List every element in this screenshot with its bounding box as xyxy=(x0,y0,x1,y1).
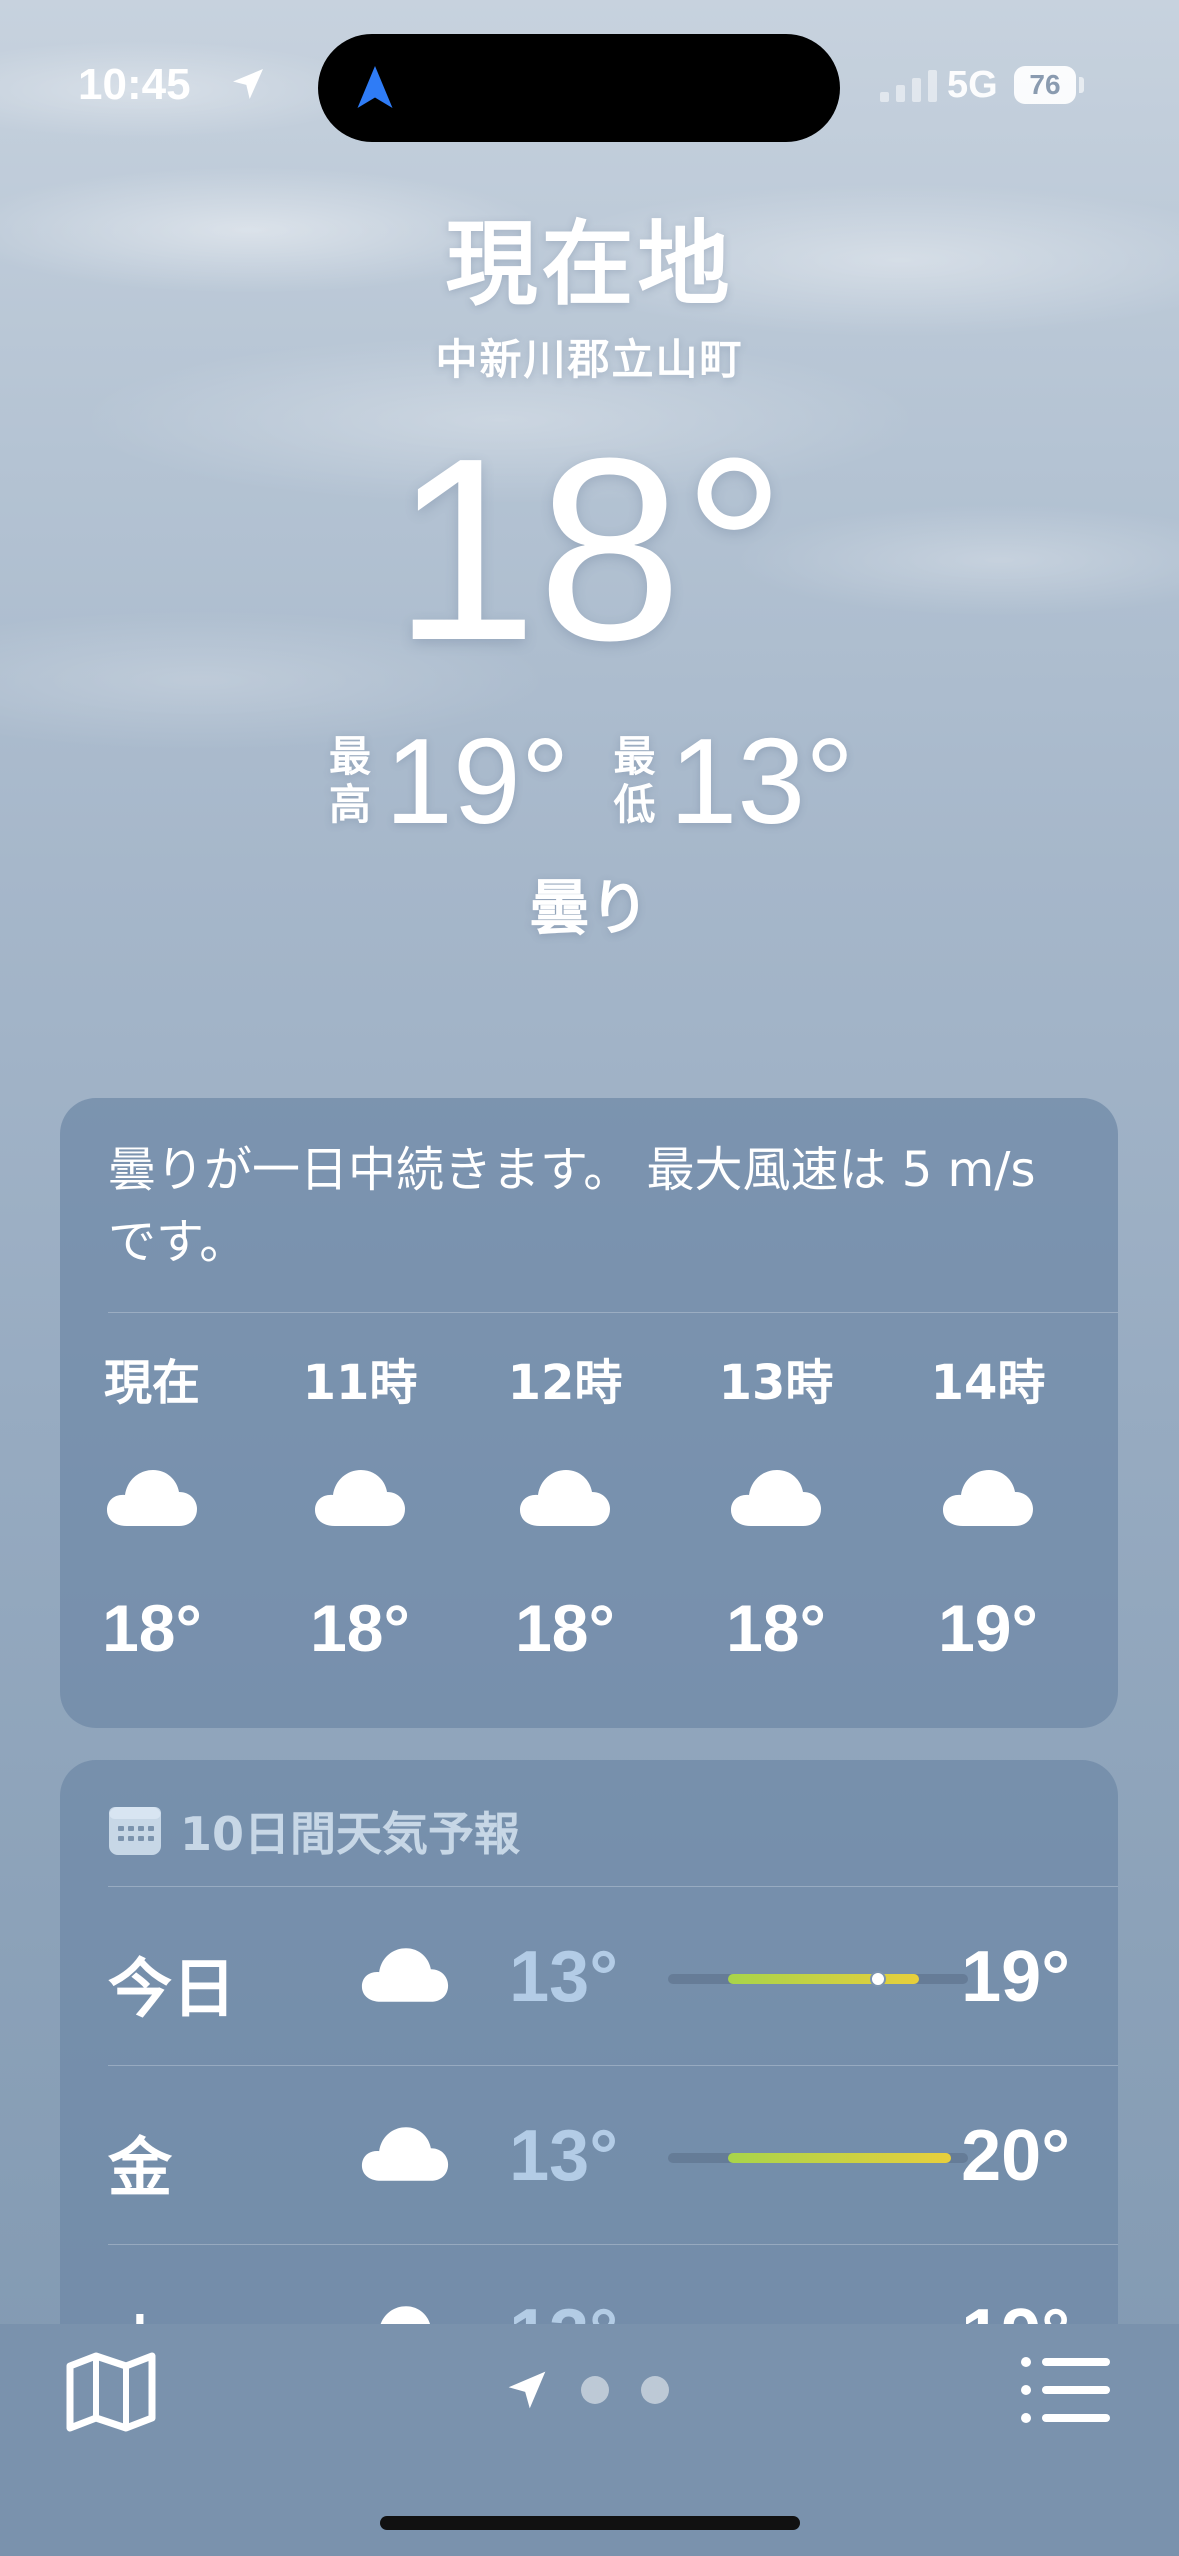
status-bar: 10:45 5G 76 xyxy=(0,0,1179,150)
hour-label: 12時 xyxy=(507,1355,623,1411)
battery-indicator: 76 xyxy=(1014,66,1076,104)
day-low-temperature: 13° xyxy=(509,2116,618,2196)
hour-item: 12時 18° xyxy=(465,1348,665,1666)
day-low-temperature: 13° xyxy=(509,1937,618,2017)
divider xyxy=(108,2244,1118,2245)
day-row-friday[interactable]: 金 13° 20° xyxy=(108,2067,1070,2245)
hourly-forecast-card[interactable]: 曇りが一日中続きます。 最大風速は 5 m/sです。 現在 18° 11時 18… xyxy=(60,1098,1118,1728)
cloud-icon xyxy=(520,1470,610,1526)
calendar-icon xyxy=(109,1807,161,1855)
page-dot[interactable] xyxy=(641,2376,669,2404)
hour-temperature: 18° xyxy=(102,1591,202,1665)
location-arrow-icon xyxy=(233,69,263,99)
hour-item: 14時 19° xyxy=(888,1348,1088,1666)
divider xyxy=(108,1886,1118,1887)
ten-day-header: 10日間天気予報 xyxy=(108,1798,520,1864)
hour-item: 11時 18° xyxy=(260,1348,460,1666)
cloud-icon xyxy=(731,1470,821,1526)
list-icon[interactable] xyxy=(1020,2356,1112,2424)
high-label: 最高 xyxy=(328,732,371,829)
temperature-range-fill xyxy=(728,1974,920,1984)
cloud-icon xyxy=(315,1470,405,1526)
day-name: 今日 xyxy=(108,1953,236,2027)
home-indicator[interactable] xyxy=(380,2516,800,2530)
location-subtitle: 中新川郡立山町 xyxy=(435,335,744,384)
hour-label: 現在 xyxy=(103,1355,200,1411)
day-high-temperature: 20° xyxy=(961,2116,1070,2196)
hour-item: 現在 18° xyxy=(52,1348,252,1666)
temperature-range-bar xyxy=(668,2153,968,2163)
hour-label: 11時 xyxy=(302,1355,418,1411)
hour-temperature: 18° xyxy=(515,1591,615,1665)
high-low-temperatures: 最高 19° 最低 13° xyxy=(0,720,1179,842)
page-indicator[interactable] xyxy=(505,2368,669,2412)
hour-label: 13時 xyxy=(718,1355,834,1411)
day-name: 金 xyxy=(108,2132,172,2206)
battery-nub xyxy=(1079,77,1084,93)
cloud-icon xyxy=(361,1948,449,2002)
signal-icon xyxy=(880,70,937,102)
low-label: 最低 xyxy=(613,732,656,829)
location-title: 現在地 xyxy=(445,211,734,318)
hour-temperature: 18° xyxy=(726,1591,826,1665)
network-type: 5G xyxy=(947,64,998,106)
divider xyxy=(108,2065,1118,2066)
divider xyxy=(108,1312,1118,1313)
low-temperature: 13° xyxy=(669,713,855,849)
day-row-today[interactable]: 今日 13° 19° xyxy=(108,1888,1070,2066)
hour-item: 13時 18° xyxy=(676,1348,876,1666)
page-dot[interactable] xyxy=(581,2376,609,2404)
cloud-icon xyxy=(943,1470,1033,1526)
weather-condition: 曇り xyxy=(529,874,650,944)
temperature-range-fill xyxy=(728,2153,952,2163)
cloud-icon xyxy=(361,2127,449,2181)
ten-day-title: 10日間天気予報 xyxy=(180,1807,521,1861)
cloud-icon xyxy=(107,1470,197,1526)
status-time: 10:45 xyxy=(78,60,191,109)
hour-temperature: 19° xyxy=(938,1591,1038,1665)
current-temperature: 18° xyxy=(392,405,787,695)
current-temperature-dot xyxy=(870,1971,886,1987)
hour-temperature: 18° xyxy=(310,1591,410,1665)
forecast-summary: 曇りが一日中続きます。 最大風速は 5 m/sです。 xyxy=(108,1142,1036,1270)
navigation-icon xyxy=(357,66,393,108)
high-temperature: 19° xyxy=(385,713,570,849)
temperature-range-bar xyxy=(668,1971,968,1987)
hour-label: 14時 xyxy=(930,1355,1046,1411)
day-high-temperature: 19° xyxy=(961,1937,1070,2017)
map-icon[interactable] xyxy=(66,2352,156,2432)
dynamic-island xyxy=(318,34,840,142)
hourly-list[interactable]: 現在 18° 11時 18° 12時 18° 13時 18° 14時 19° xyxy=(60,1348,1118,1708)
location-arrow-icon[interactable] xyxy=(505,2368,549,2412)
location-header: 現在地 中新川郡立山町 xyxy=(0,200,1179,387)
